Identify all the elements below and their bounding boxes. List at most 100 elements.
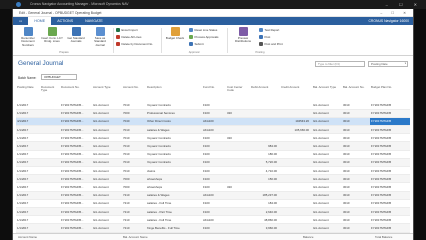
table-cell[interactable]	[280, 191, 312, 200]
table-cell[interactable]: 7210	[122, 191, 146, 200]
column-header[interactable]: Credit Amount	[280, 84, 312, 101]
delete-by-document-button[interactable]: Delete by Document No.	[116, 41, 153, 47]
column-header[interactable]: Document Type	[40, 84, 60, 101]
table-cell[interactable]: F100	[202, 101, 226, 110]
table-cell[interactable]: 7000	[122, 109, 146, 118]
table-cell[interactable]: 4/1/2017	[16, 117, 40, 127]
column-header[interactable]: Bal. Account Type	[312, 84, 342, 101]
table-cell[interactable]	[40, 133, 60, 143]
table-cell[interactable]: 3010	[342, 141, 370, 151]
table-cell[interactable]: FY2017MTHFB...	[60, 133, 92, 143]
column-header[interactable]: Posting Date	[16, 84, 40, 101]
table-row[interactable]: 1/1/2017 FY2017MTHFB... G/L Account 7010 Voy…	[16, 101, 410, 110]
table-cell[interactable]	[40, 223, 60, 233]
table-cell[interactable]: Voyoanr Contracts	[146, 150, 202, 159]
table-cell[interactable]: FY2017MTHFB...	[60, 182, 92, 192]
table-cell[interactable]	[226, 223, 250, 233]
table-cell[interactable]: 3010	[342, 199, 370, 208]
table-cell[interactable]: 3010	[342, 117, 370, 127]
table-cell[interactable]: FY2017MTHFB...	[60, 125, 92, 135]
table-cell[interactable]: F100	[202, 150, 226, 159]
table-cell[interactable]: FY2017MTHFB	[370, 150, 410, 159]
table-cell[interactable]: whowshops	[146, 174, 202, 184]
table-cell[interactable]	[226, 125, 250, 135]
table-cell[interactable]: 2,640.00	[250, 207, 280, 217]
table-cell[interactable]	[40, 141, 60, 151]
table-cell[interactable]: FY2017MTHFB...	[60, 158, 92, 168]
tab-navigate[interactable]: NAVIGATE	[79, 17, 109, 25]
delete-all-lines-button[interactable]: Delete All Lines	[116, 34, 141, 40]
table-cell[interactable]	[280, 215, 312, 225]
table-cell[interactable]: F100	[202, 199, 226, 208]
table-cell[interactable]: 1/1/2017	[16, 223, 40, 233]
table-cell[interactable]: 7000	[122, 174, 146, 184]
window-controls[interactable]: – ☐ ✕	[380, 9, 410, 17]
preview-distributions-button[interactable]: Preview Distributions	[230, 27, 256, 51]
table-cell[interactable]: 3010	[342, 215, 370, 225]
table-cell[interactable]: FY2017MTHFB...	[60, 109, 92, 118]
table-cell[interactable]	[280, 174, 312, 184]
insert-conv-lcy-button[interactable]: Insert Conv. LCY Rndg. Lines	[41, 27, 63, 51]
table-cell[interactable]: FY2017MTHFB	[370, 125, 410, 135]
column-header[interactable]: Account Type	[92, 84, 122, 101]
table-cell[interactable]: Voyoanr Contracts	[146, 141, 202, 151]
table-cell[interactable]: F100	[202, 223, 226, 233]
table-cell[interactable]: F100	[202, 166, 226, 176]
table-cell[interactable]: 3010	[342, 223, 370, 233]
table-cell[interactable]: G/L Account	[312, 191, 342, 200]
table-cell[interactable]	[280, 199, 312, 208]
table-cell[interactable]	[40, 158, 60, 168]
table-cell[interactable]: F100	[202, 182, 226, 192]
table-cell[interactable]: salaries & Wages	[146, 125, 202, 135]
type-filter-input[interactable]: Type to filter (F3)	[315, 61, 365, 67]
table-cell[interactable]	[250, 109, 280, 118]
table-cell[interactable]: 7010	[122, 166, 146, 176]
table-cell[interactable]	[280, 158, 312, 168]
table-cell[interactable]: F100	[202, 207, 226, 217]
table-cell[interactable]: 7210	[122, 207, 146, 217]
table-cell[interactable]: G/L Account	[92, 158, 122, 168]
table-cell[interactable]	[40, 125, 60, 135]
table-cell[interactable]: G/L Account	[92, 166, 122, 176]
table-cell[interactable]: F100	[202, 174, 226, 184]
table-cell[interactable]: AKA100	[202, 117, 226, 127]
table-cell[interactable]	[40, 207, 60, 217]
file-menu-button[interactable]: ▭	[13, 17, 28, 25]
table-cell[interactable]: FY2017MTHFB	[370, 166, 410, 176]
table-cell[interactable]: fringe Benefits - Full Time	[146, 223, 202, 233]
table-cell[interactable]	[226, 117, 250, 127]
table-cell[interactable]: G/L Account	[312, 223, 342, 233]
table-cell[interactable]: 7000	[122, 182, 146, 192]
table-cell[interactable]	[250, 117, 280, 127]
table-row[interactable]: 4/1/2017 FY2017MTHFB... G/L Account 7040 Oth…	[16, 117, 410, 127]
table-cell[interactable]: 320	[226, 133, 250, 143]
table-cell[interactable]	[40, 109, 60, 118]
table-cell[interactable]: 7010	[122, 125, 146, 135]
table-cell[interactable]: 7210	[122, 223, 146, 233]
table-cell[interactable]: 104543.26	[280, 117, 312, 127]
table-cell[interactable]: 7010	[122, 133, 146, 143]
table-cell[interactable]	[280, 182, 312, 192]
table-cell[interactable]	[250, 133, 280, 143]
table-cell[interactable]: 184.00	[250, 199, 280, 208]
table-row[interactable]: 1/1/2017 FY2017MTHFB... G/L Account 7210 fri…	[16, 223, 410, 233]
table-cell[interactable]	[226, 207, 250, 217]
table-cell[interactable]: 7010	[122, 158, 146, 168]
table-cell[interactable]: FY2017MTHFB	[370, 199, 410, 208]
table-row[interactable]: 1/1/2017 FY2017MTHFB... G/L Account 7210 sal…	[16, 215, 410, 225]
table-cell[interactable]: G/L Account	[92, 207, 122, 217]
table-cell[interactable]: FY2017MTHFB	[370, 101, 410, 110]
table-cell[interactable]	[40, 215, 60, 225]
table-cell[interactable]	[226, 199, 250, 208]
column-header[interactable]: Document No.	[60, 84, 92, 101]
table-cell[interactable]: FY2017MTHFB...	[60, 215, 92, 225]
table-cell[interactable]	[280, 141, 312, 151]
table-cell[interactable]: F100	[202, 141, 226, 151]
table-cell[interactable]	[40, 191, 60, 200]
column-header[interactable]: Fund No.	[202, 84, 226, 101]
table-cell[interactable]: 3010	[342, 207, 370, 217]
save-standard-journal-button[interactable]: Save as Standard Journal	[89, 27, 111, 51]
table-cell[interactable]: 1/1/2017	[16, 125, 40, 135]
reset-line-status-button[interactable]: Reset Line Status	[189, 27, 217, 33]
table-cell[interactable]: 180.00	[250, 150, 280, 159]
